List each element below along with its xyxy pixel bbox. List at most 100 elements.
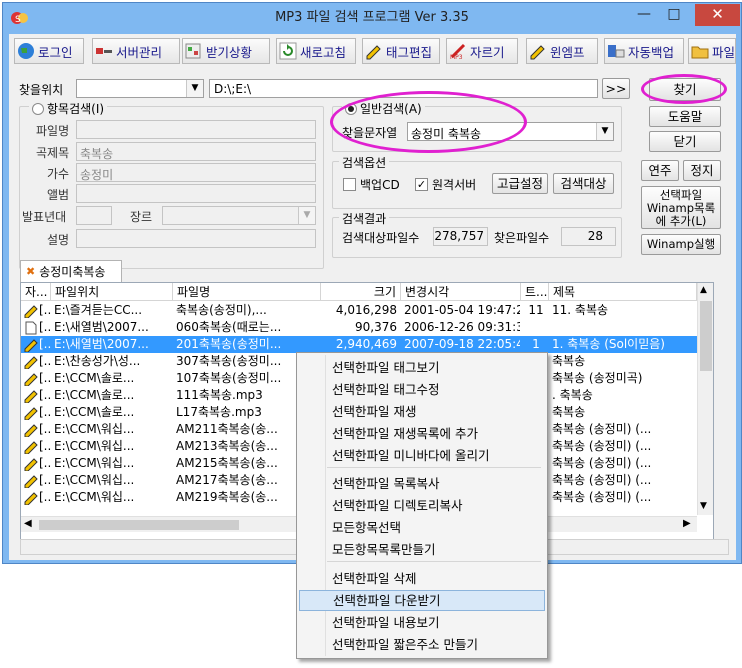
- cell-c1: [..: [39, 388, 51, 402]
- cut-button[interactable]: MP3 자르기: [446, 38, 518, 64]
- folder-icon: [691, 46, 709, 59]
- search-target-button[interactable]: 검색대상: [553, 173, 614, 194]
- scroll-thumb[interactable]: [700, 301, 712, 371]
- receive-status-button[interactable]: 받기상황: [182, 38, 270, 64]
- scroll-thumb-h[interactable]: [39, 520, 239, 530]
- browse-button[interactable]: >>: [602, 78, 630, 99]
- context-menu-item[interactable]: 모든항목선택: [299, 517, 545, 538]
- radio-selected-icon: [345, 102, 357, 115]
- context-menu-item[interactable]: 선택한파일 목록복사: [299, 473, 545, 494]
- tab-label: 송정미축복송: [39, 265, 106, 279]
- column-header[interactable]: 파일위치: [51, 283, 173, 301]
- context-menu-item[interactable]: 선택한파일 태그보기: [299, 357, 545, 378]
- context-menu-item[interactable]: 선택한파일 미니바다에 올리기: [299, 445, 545, 466]
- title-bar[interactable]: S MP3 파일 검색 프로그램 Ver 3.35 — □ ✕: [3, 3, 741, 33]
- search-string-combobox[interactable]: 송정미 축복송 ▼: [407, 122, 614, 141]
- song-title-input[interactable]: 축복송: [76, 142, 316, 161]
- desc-input[interactable]: [76, 229, 316, 248]
- vertical-scrollbar[interactable]: ▲ ▼: [697, 283, 713, 515]
- song-title-label: 곡제목: [36, 146, 70, 160]
- remote-server-label: 원격서버: [432, 178, 477, 192]
- winamp-button[interactable]: 윈엠프: [526, 38, 598, 64]
- general-search-radio[interactable]: 일반검색(A): [342, 100, 425, 117]
- context-menu-item[interactable]: 선택한파일 다운받기: [299, 590, 545, 611]
- context-menu-item[interactable]: 선택한파일 내용보기: [299, 612, 545, 633]
- cell-time: 2001-05-04 19:47:28: [404, 303, 520, 317]
- cell-title: 축복송: [552, 354, 586, 368]
- filename-input[interactable]: [76, 120, 316, 139]
- location-combobox[interactable]: ▼: [76, 79, 204, 98]
- context-menu-item[interactable]: 선택한파일 재생: [299, 401, 545, 422]
- refresh-button[interactable]: 새로고침: [276, 38, 356, 64]
- close-button[interactable]: 닫기: [649, 131, 721, 152]
- path-value: D:\;E:\: [214, 82, 252, 96]
- cell-loc: E:\찬송성가\성...: [54, 354, 141, 368]
- column-header[interactable]: 변경시각: [401, 283, 521, 301]
- album-input[interactable]: [76, 184, 316, 203]
- cell-c1: [..: [39, 337, 51, 351]
- cell-title: 1. 축복송 (Sol이믿음): [552, 337, 665, 351]
- scroll-up-icon[interactable]: ▲: [700, 285, 707, 295]
- download-status-icon: [185, 43, 201, 59]
- column-header[interactable]: 제목: [549, 283, 697, 301]
- run-winamp-button[interactable]: Winamp실행: [641, 234, 721, 255]
- tab-close-icon[interactable]: ✖: [26, 265, 35, 278]
- mp3-file-icon: [24, 457, 38, 472]
- help-button[interactable]: 도움말: [649, 106, 721, 127]
- context-menu-item[interactable]: 선택한파일 삭제: [299, 568, 545, 589]
- scroll-left-icon[interactable]: ◀: [24, 518, 32, 529]
- year-input[interactable]: [76, 206, 112, 225]
- table-row[interactable]: [.. E:\새열범\2007... 060축복송(때로는... 90,376 2006…: [21, 319, 697, 336]
- chevron-down-icon[interactable]: ▼: [298, 207, 315, 224]
- scroll-down-icon[interactable]: ▼: [700, 501, 707, 511]
- scroll-right-icon[interactable]: ▶: [683, 518, 691, 529]
- tab-result[interactable]: ✖ 송정미축복송: [20, 260, 122, 282]
- column-header[interactable]: 트...: [521, 283, 549, 301]
- context-menu-item[interactable]: 선택한파일 짧은주소 만들기: [299, 634, 545, 655]
- cell-loc: E:\CCM\솔로...: [54, 388, 135, 402]
- search-string-value: 송정미 축복송: [411, 127, 482, 141]
- stop-button[interactable]: 정지: [683, 160, 721, 181]
- table-row[interactable]: [.. E:\새열범\2007... 201축복송(송정미... 2,940,469 2…: [21, 336, 697, 353]
- search-options-title: 검색옵션: [339, 154, 390, 171]
- advanced-settings-button[interactable]: 고급설정: [492, 173, 548, 194]
- find-button[interactable]: 찾기: [649, 78, 721, 101]
- tag-edit-button[interactable]: 태그편집: [362, 38, 440, 64]
- chevron-down-icon[interactable]: ▼: [186, 80, 203, 97]
- maximize-button[interactable]: □: [660, 4, 688, 26]
- column-header[interactable]: 크기: [321, 283, 401, 301]
- cell-title: 축복송 (송정미) (...: [552, 490, 652, 504]
- file-button[interactable]: 파일: [688, 38, 736, 64]
- cell-c1: [..: [39, 422, 51, 436]
- column-header[interactable]: 파일명: [173, 283, 321, 301]
- cell-size: 4,016,298: [335, 303, 397, 317]
- cell-title: 축복송 (송정미) (...: [552, 439, 652, 453]
- column-header[interactable]: 자...: [21, 283, 51, 301]
- close-window-button[interactable]: ✕: [695, 4, 740, 26]
- login-button[interactable]: 로그인: [14, 38, 84, 64]
- singer-input[interactable]: 송정미: [76, 163, 316, 182]
- add-to-winamp-button[interactable]: 선택파일 Winamp목록 에 추가(L): [641, 186, 721, 229]
- search-results-title: 검색결과: [339, 210, 390, 227]
- table-row[interactable]: [.. E:\즐겨듣는CC... 축복송(송정미),... 4,016,298 2001…: [21, 302, 697, 319]
- remote-server-checkbox[interactable]: ✓: [415, 178, 428, 191]
- cell-size: 2,940,469: [335, 337, 397, 351]
- backup-cd-checkbox[interactable]: [343, 178, 356, 191]
- mp3-file-icon: [24, 372, 38, 387]
- cell-size: 90,376: [355, 320, 397, 334]
- context-menu-item[interactable]: 모든항목목록만들기: [299, 539, 545, 560]
- server-manage-button[interactable]: 서버관리: [92, 38, 180, 64]
- cell-c1: [..: [39, 320, 51, 334]
- genre-combobox[interactable]: ▼: [162, 206, 316, 225]
- chevron-down-icon[interactable]: ▼: [596, 123, 613, 140]
- context-menu-item[interactable]: 선택한파일 디렉토리복사: [299, 495, 545, 516]
- path-input[interactable]: D:\;E:\: [209, 79, 598, 98]
- play-button[interactable]: 연주: [641, 160, 679, 181]
- minimize-button[interactable]: —: [630, 4, 658, 26]
- auto-backup-button[interactable]: 자동백업: [604, 38, 684, 64]
- context-menu-item[interactable]: 선택한파일 재생목록에 추가: [299, 423, 545, 444]
- context-menu-item[interactable]: 선택한파일 태그수정: [299, 379, 545, 400]
- item-search-radio[interactable]: 항목검색(I): [29, 100, 108, 117]
- filename-label: 파일명: [36, 124, 70, 138]
- mp3-cut-icon: MP3: [450, 43, 466, 60]
